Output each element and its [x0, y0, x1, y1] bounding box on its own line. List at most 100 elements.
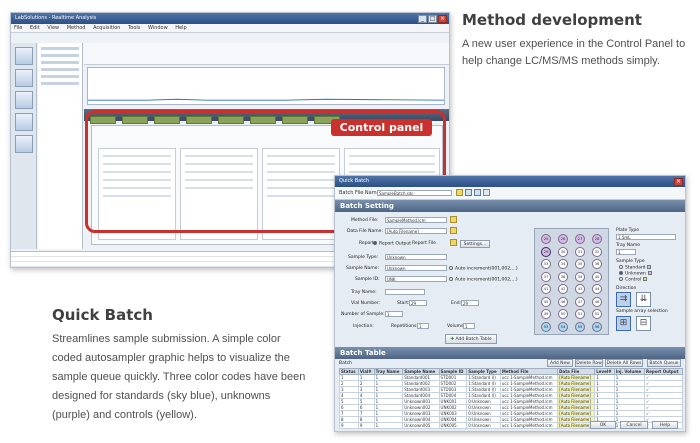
vial-slot[interactable]: 38	[558, 271, 568, 282]
vial-slot[interactable]: 42	[558, 284, 568, 294]
vial-slot[interactable]: 55	[575, 321, 585, 332]
table-cell[interactable]: 9	[339, 422, 359, 429]
vial-slot[interactable]: 25	[541, 234, 551, 244]
vial-slot[interactable]: 37	[541, 271, 551, 282]
table-cell[interactable]: [Auto Filename]	[557, 374, 596, 381]
table-cell[interactable]: 1:Standard (I)	[466, 380, 501, 387]
column-header[interactable]: Tray Name	[373, 368, 404, 375]
array-selection-icon[interactable]: ⊞	[616, 316, 631, 331]
table-cell[interactable]: [Auto Filename]	[557, 380, 596, 387]
table-cell[interactable]: ucc 1-SampleMethod.lcm	[499, 392, 559, 399]
menu-tools[interactable]: Tools	[128, 25, 140, 31]
direction-vertical-icon[interactable]: ⇊	[636, 292, 651, 307]
data-file-input[interactable]: [Auto Filename]	[385, 228, 447, 234]
delete-all-rows-button[interactable]: Delete All Rows	[605, 359, 643, 367]
table-cell[interactable]: [Auto Filename]	[557, 398, 596, 405]
add-batch-table-button[interactable]: ✚ Add Batch Table	[445, 334, 497, 344]
volume-input[interactable]: 1	[463, 323, 475, 329]
vial-slot[interactable]: 32	[592, 246, 602, 257]
vial-slot[interactable]: 43	[575, 284, 585, 294]
menu-window[interactable]: Window	[148, 25, 168, 31]
batch-table-tab[interactable]: Batch	[339, 361, 352, 366]
launcher-button[interactable]	[14, 91, 33, 109]
vial-slot[interactable]: 41	[541, 284, 551, 294]
table-cell[interactable]: ucc 1-SampleMethod.lcm	[499, 386, 559, 393]
tray-name-right-input[interactable]: 1	[616, 249, 636, 255]
launcher-button[interactable]	[14, 47, 33, 65]
menu-file[interactable]: File	[14, 25, 22, 31]
column-header[interactable]: Vial#	[357, 368, 375, 375]
menu-help[interactable]: Help	[175, 25, 186, 31]
close-button[interactable]: ×	[674, 177, 683, 186]
vial-slot[interactable]: 29	[541, 246, 551, 257]
vial-slot[interactable]: 33	[541, 259, 551, 269]
save-as-icon[interactable]	[474, 189, 481, 196]
table-cell[interactable]: ucc 1-SampleMethod.lcm	[499, 374, 559, 381]
maximize-button[interactable]: □	[428, 14, 437, 23]
table-cell[interactable]: 1:Standard (I)	[466, 374, 501, 381]
start-input[interactable]: 29	[409, 300, 427, 306]
method-file-input[interactable]: SampleMethod.lcm	[385, 217, 447, 223]
help-icon[interactable]	[483, 189, 490, 196]
menu-acquisition[interactable]: Acquisition	[93, 25, 120, 31]
vial-slot[interactable]: 40	[592, 271, 602, 282]
minimize-button[interactable]: _	[418, 14, 427, 23]
help-button[interactable]: Help	[652, 421, 678, 429]
sample-name-input[interactable]: Unknown	[385, 265, 447, 271]
vial-slot[interactable]: 45	[541, 296, 551, 307]
column-header[interactable]: Level#	[594, 368, 615, 375]
table-cell[interactable]: 0:Unknown	[466, 422, 501, 429]
table-cell[interactable]: ucc 1-SampleMethod.lcm	[499, 404, 559, 411]
menu-method[interactable]: Method	[67, 25, 86, 31]
table-cell[interactable]: 1:Standard (I)	[466, 392, 501, 399]
column-header[interactable]: Sample Type	[466, 368, 501, 375]
table-cell[interactable]: 9	[357, 422, 375, 429]
report-output-checkbox[interactable]: Report Output	[373, 241, 411, 247]
vial-slot[interactable]: 46	[558, 296, 568, 307]
launcher-button[interactable]	[14, 69, 33, 87]
launcher-button[interactable]	[14, 113, 33, 131]
sample-type-select[interactable]: Unknown	[385, 254, 447, 260]
vial-slot[interactable]: 52	[592, 309, 602, 319]
sample-id-input[interactable]: UNK	[385, 276, 447, 282]
report-file-checkbox[interactable]: Report File	[412, 241, 436, 246]
vial-slot[interactable]: 26	[558, 234, 568, 244]
folder-icon[interactable]	[456, 189, 463, 196]
table-cell[interactable]: ucc 1-SampleMethod.lcm	[499, 416, 559, 423]
table-cell[interactable]: [Auto Filename]	[557, 404, 596, 411]
sample-type-unknown-radio[interactable]: Unknown	[619, 271, 652, 277]
table-cell[interactable]: ucc 1-SampleMethod.lcm	[499, 422, 559, 429]
save-icon[interactable]	[465, 189, 472, 196]
close-button[interactable]: ×	[438, 14, 447, 23]
vial-slot[interactable]: 47	[575, 296, 585, 307]
vial-slot[interactable]: 36	[592, 259, 602, 269]
vial-slot[interactable]: 51	[575, 309, 585, 319]
vial-slot[interactable]: 34	[558, 259, 568, 269]
vial-slot[interactable]: 28	[592, 234, 602, 244]
auto-increment-id[interactable]: Auto increment(001,002,...)	[449, 277, 518, 283]
vial-slot[interactable]: 54	[558, 321, 568, 332]
menu-edit[interactable]: Edit	[30, 25, 40, 31]
cancel-button[interactable]: Cancel	[620, 421, 648, 429]
plate-type-select[interactable]: 1.5mL	[616, 234, 676, 240]
vial-slot[interactable]: 50	[558, 309, 568, 319]
ok-button[interactable]: OK	[590, 421, 616, 429]
vial-slot[interactable]: 30	[558, 246, 568, 257]
add-new-button[interactable]: Add New	[547, 359, 573, 367]
batch-queue-button[interactable]: Batch Queue	[647, 359, 681, 367]
sample-type-control-radio[interactable]: Control	[619, 277, 648, 283]
number-of-sample-input[interactable]: 1	[385, 311, 403, 317]
table-cell[interactable]: 1	[373, 422, 404, 429]
table-cell[interactable]: ucc 1-SampleMethod.lcm	[499, 398, 559, 405]
vial-slot[interactable]: 44	[592, 284, 602, 294]
vial-slot[interactable]: 27	[575, 234, 585, 244]
vial-slot[interactable]: 39	[575, 271, 585, 282]
auto-increment-name[interactable]: Auto increment(001,002,...)	[449, 266, 518, 272]
folder-icon[interactable]	[450, 216, 457, 223]
table-cell[interactable]: Unknown005	[402, 422, 440, 429]
menu-view[interactable]: View	[47, 25, 59, 31]
batch-file-input[interactable]: SampleBatch.sdc	[377, 190, 452, 196]
vial-slot[interactable]: 56	[592, 321, 602, 332]
table-cell[interactable]: ucc 1-SampleMethod.lcm	[499, 380, 559, 387]
table-cell[interactable]: [Auto Filename]	[557, 386, 596, 393]
